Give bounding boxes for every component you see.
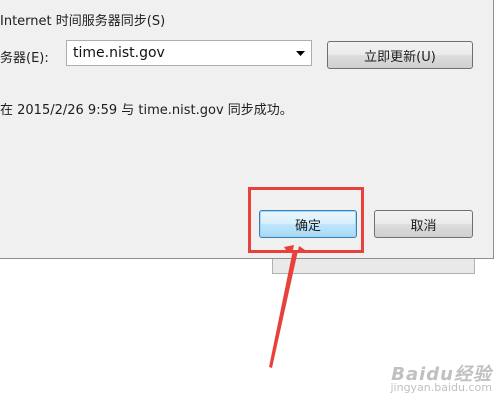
server-dropdown[interactable]: time.nist.gov [66, 40, 312, 66]
background-window-fragment [272, 259, 475, 274]
sync-status-message: 在 2015/2/26 9:59 与 time.nist.gov 同步成功。 [0, 103, 293, 118]
sync-checkbox-label: Internet 时间服务器同步(S) [0, 14, 166, 29]
cancel-button[interactable]: 取消 [374, 210, 473, 238]
highlight-box [248, 187, 364, 253]
server-label: 务器(E): [0, 51, 49, 66]
baidu-watermark: Baidu经验 jingyan.baidu.com [390, 364, 492, 395]
server-value: time.nist.gov [73, 45, 165, 61]
sync-checkbox-row[interactable]: Internet 时间服务器同步(S) [0, 10, 165, 29]
update-now-button[interactable]: 立即更新(U) [327, 41, 473, 69]
watermark-logo-text: Baidu经验 [391, 364, 492, 385]
internet-time-settings-dialog: Internet 时间服务器同步(S) 务器(E): time.nist.gov… [0, 0, 494, 259]
watermark-url: jingyan.baidu.com [390, 381, 492, 394]
dropdown-arrow-icon[interactable] [289, 50, 311, 56]
